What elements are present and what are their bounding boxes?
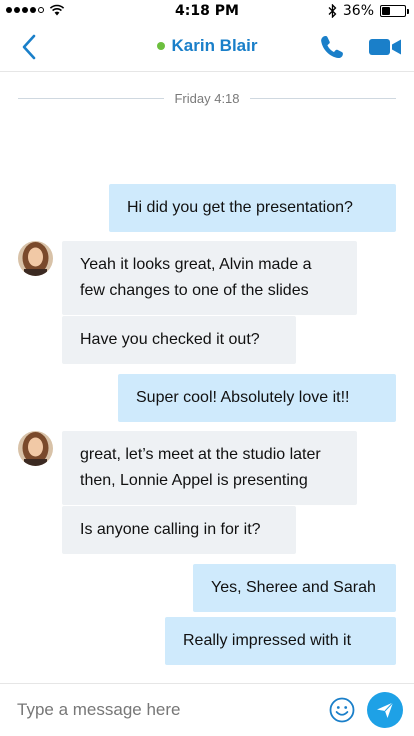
send-icon: [377, 702, 394, 718]
status-right: 36%: [328, 3, 409, 19]
day-divider: Friday 4:18: [18, 88, 397, 108]
emoji-icon[interactable]: [329, 697, 355, 723]
status-bar: 4:18 PM 36%: [0, 0, 414, 22]
video-camera-icon[interactable]: [368, 36, 402, 58]
presence-indicator: [156, 42, 165, 50]
bluetooth-icon: [328, 4, 337, 18]
incoming-message[interactable]: great, let’s meet at the studio later th…: [62, 431, 357, 505]
battery-percentage: 36%: [342, 3, 374, 19]
outgoing-message[interactable]: Yes, Sheree and Sarah: [193, 564, 396, 612]
incoming-message[interactable]: Yeah it looks great, Alvin made a few ch…: [62, 241, 357, 315]
incoming-message[interactable]: Have you checked it out?: [62, 316, 296, 364]
contact-avatar[interactable]: [18, 241, 53, 276]
conversation-header: Karin Blair: [0, 22, 414, 72]
message-input[interactable]: [17, 697, 307, 723]
outgoing-message[interactable]: Hi did you get the presentation?: [109, 184, 396, 232]
battery-icon: [380, 5, 409, 17]
message-composer: [0, 683, 414, 736]
incoming-message[interactable]: Is anyone calling in for it?: [62, 506, 296, 554]
contact-title[interactable]: Karin Blair: [0, 36, 414, 56]
phone-icon[interactable]: [318, 33, 346, 61]
day-divider-label: Friday 4:18: [174, 90, 240, 106]
send-button[interactable]: [367, 692, 403, 728]
contact-name[interactable]: Karin Blair: [172, 36, 258, 56]
outgoing-message[interactable]: Really impressed with it: [165, 617, 396, 665]
outgoing-message[interactable]: Super cool! Absolutely love it!!: [118, 374, 396, 422]
contact-avatar[interactable]: [18, 431, 53, 466]
